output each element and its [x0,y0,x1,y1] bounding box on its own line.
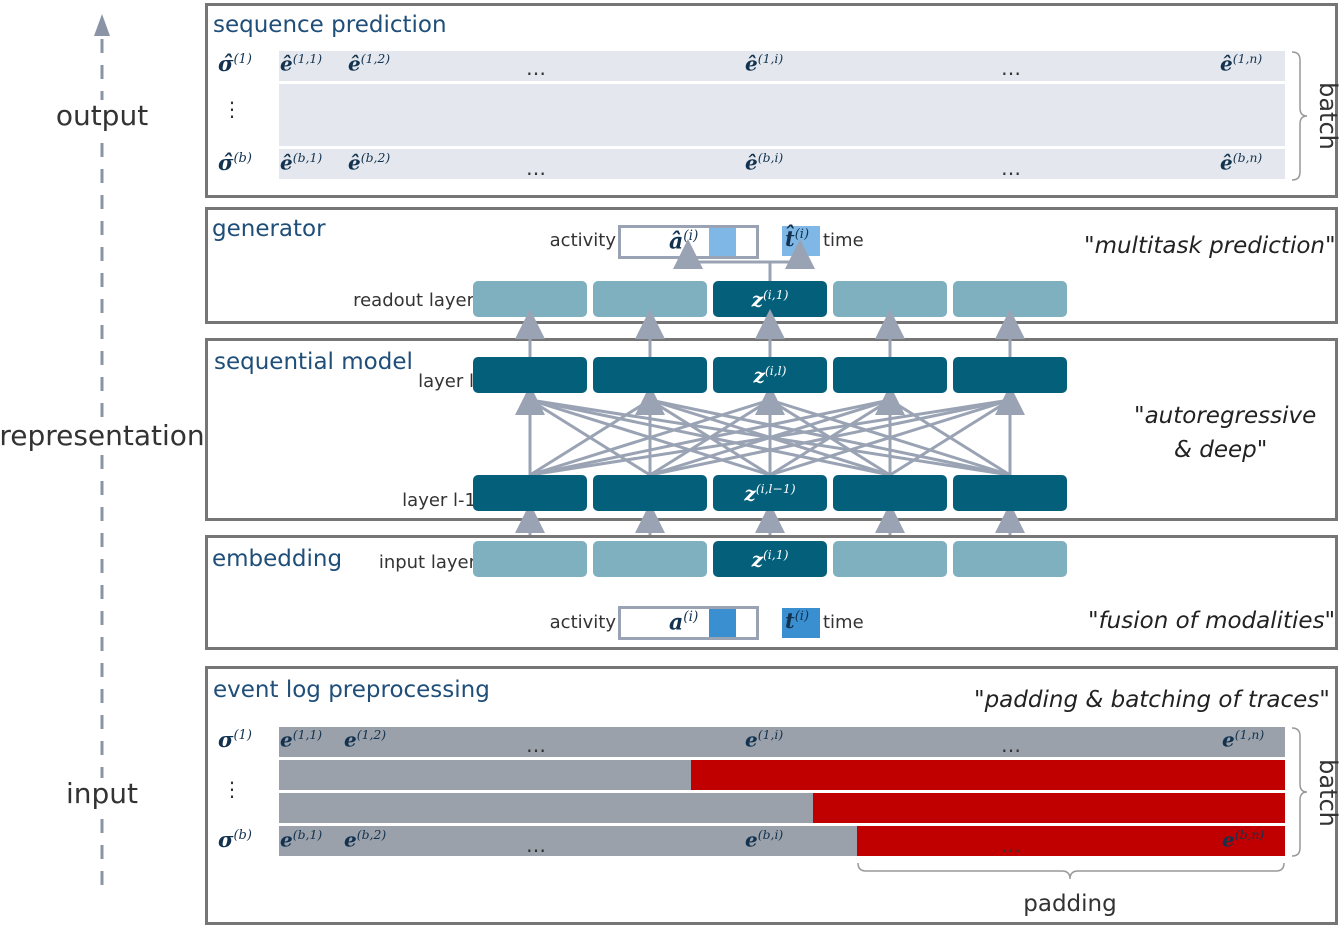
activity-symbol: a(i) [669,609,699,636]
batch-label: batch [1314,759,1342,827]
trace-row-3-events [279,793,813,823]
event-1-n: e(1,n) [1222,727,1265,752]
event-b-i: e(b,i) [745,827,784,852]
layer-l-minus-1-node [473,475,587,511]
layer-l-minus-1-node [833,475,947,511]
input-node [473,541,587,577]
panel-title: event log preprocessing [213,677,490,703]
event-1-i: e(1,i) [745,727,784,752]
ellipsis: … [526,833,546,857]
layer-l-node [473,357,587,393]
time-symbol: t(i) [785,608,810,633]
input-node [833,541,947,577]
trace-row-3-padding [813,793,1285,823]
activity-highlight [709,609,736,637]
ellipsis: … [526,733,546,757]
input-node [953,541,1067,577]
sigma-1: σ(1) [218,727,252,752]
input-layer-label: input layer [378,552,476,573]
layer-l-node-center: z(i,l) [713,357,827,393]
layer-l-node [833,357,947,393]
input-center-symbol: z(i,1) [751,547,789,572]
event-1-2: e(1,2) [344,727,387,752]
activity-input-box: a(i) [618,606,759,640]
preprocessing-quote: "padding & batching of traces" [974,687,1330,713]
input-node [593,541,707,577]
time-label: time [823,612,864,633]
activity-label: activity [549,612,616,633]
input-node-center: z(i,1) [713,541,827,577]
padding-label: padding [1023,891,1117,917]
layer-l-center-symbol: z(i,l) [753,363,787,388]
ellipsis: … [1001,733,1021,757]
ellipsis: … [1001,833,1021,857]
layer-l-minus-1-node [953,475,1067,511]
layer-l-minus-1-node-center: z(i,l−1) [713,475,827,511]
layer-l-node [953,357,1067,393]
event-b-1: e(b,1) [280,827,323,852]
layer-l-minus-1-center-symbol: z(i,l−1) [744,481,796,506]
time-input-box: t(i) [782,608,820,638]
layer-l-minus-1-node [593,475,707,511]
padding-bracket [857,862,1285,880]
event-b-n: e(b,n) [1222,827,1265,852]
event-1-1: e(1,1) [280,727,323,752]
batch-bracket [1291,727,1308,857]
preprocessing-panel: event log preprocessing "padding & batch… [205,666,1342,925]
layer-l-node [593,357,707,393]
vertical-dots: ⋮ [222,777,242,801]
trace-row-b-padding [857,826,1285,856]
sigma-b: σ(b) [218,827,252,852]
event-b-2: e(b,2) [344,827,387,852]
embedding-quote: "fusion of modalities" [1088,608,1336,634]
trace-row-2-padding [691,760,1285,790]
panel-title: embedding [212,546,343,572]
trace-row-2-events [279,760,691,790]
